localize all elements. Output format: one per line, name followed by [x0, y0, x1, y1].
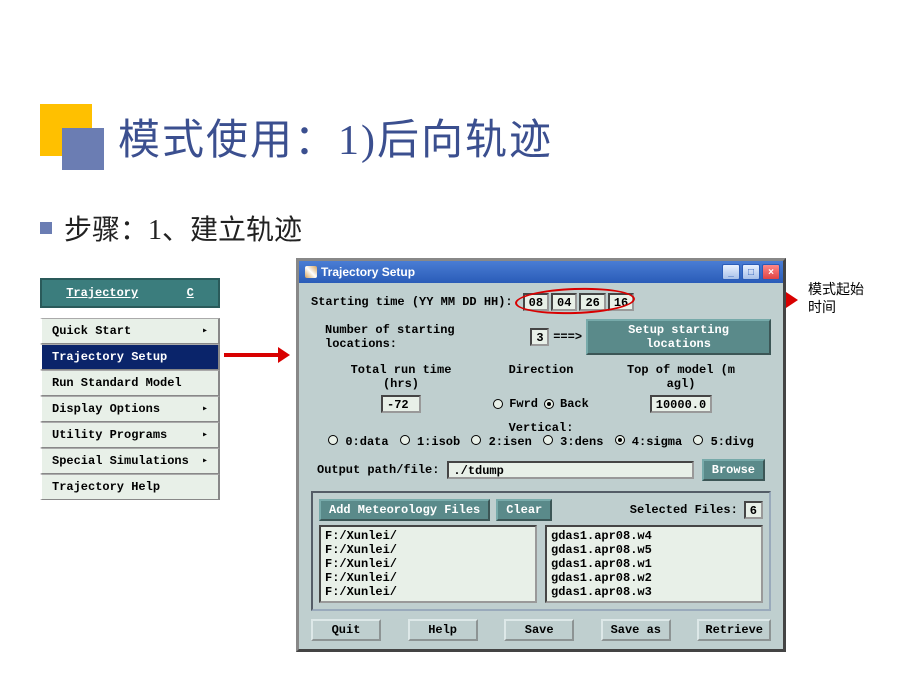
list-item[interactable]: F:/Xunlei/	[325, 571, 531, 585]
selected-files-label: Selected Files:	[630, 503, 738, 517]
add-meteorology-button[interactable]: Add Meteorology Files	[319, 499, 490, 521]
bullet-text: 步骤：1、建立轨迹	[64, 208, 302, 248]
accent-square-blue	[62, 128, 104, 170]
menu-header[interactable]: Trajectory C	[40, 278, 220, 308]
list-item[interactable]: F:/Xunlei/	[325, 557, 531, 571]
bullet-step: 步骤：1、建立轨迹	[40, 208, 302, 248]
output-label: Output path/file:	[317, 463, 439, 477]
menu-item-utility-programs[interactable]: Utility Programs ▸	[40, 422, 220, 448]
starting-time-label: Starting time (YY MM DD HH):	[311, 295, 513, 309]
menu-item-trajectory-help[interactable]: Trajectory Help	[40, 474, 220, 500]
starting-time-fields: 08 04 26 16	[523, 293, 635, 311]
menu-header-trajectory: Trajectory	[66, 286, 138, 300]
radio-vertical-4[interactable]	[615, 435, 625, 445]
col-direction: Direction	[471, 363, 611, 391]
start-yy[interactable]: 08	[523, 293, 549, 311]
vertical-option-2[interactable]: 2:isen	[471, 435, 539, 449]
submenu-arrow-icon: ▸	[202, 455, 208, 467]
list-item[interactable]: F:/Xunlei/	[325, 585, 531, 599]
radio-vertical-2[interactable]	[471, 435, 481, 445]
start-dd[interactable]: 26	[579, 293, 605, 311]
menu-item-label: Quick Start	[52, 324, 131, 338]
list-item[interactable]: F:/Xunlei/	[325, 543, 531, 557]
col-top-model: Top of model (m agl)	[611, 363, 751, 391]
output-field[interactable]: ./tdump	[447, 461, 693, 479]
titlebar[interactable]: Trajectory Setup _ □ ×	[299, 261, 783, 283]
setup-locations-button[interactable]: Setup starting locations	[586, 319, 771, 355]
menu-item-run-standard-model[interactable]: Run Standard Model	[40, 370, 220, 396]
app-icon	[305, 266, 317, 278]
menu-item-label: Utility Programs	[52, 428, 167, 442]
list-item[interactable]: gdas1.apr08.w3	[551, 585, 757, 599]
list-item[interactable]: gdas1.apr08.w5	[551, 543, 757, 557]
vertical-option-1[interactable]: 1:isob	[400, 435, 468, 449]
menu-item-display-options[interactable]: Display Options ▸	[40, 396, 220, 422]
menu-item-label: Display Options	[52, 402, 160, 416]
num-locations-label: Number of starting locations:	[325, 323, 524, 351]
slide-title: 模式使用：1)后向轨迹	[118, 106, 553, 167]
label-fwrd: Fwrd	[509, 397, 538, 411]
submenu-arrow-icon: ▸	[202, 429, 208, 441]
menu-item-special-simulations[interactable]: Special Simulations ▸	[40, 448, 220, 474]
label-back: Back	[560, 397, 589, 411]
submenu-arrow-icon: ▸	[202, 325, 208, 337]
list-item[interactable]: gdas1.apr08.w4	[551, 529, 757, 543]
window-buttons: _ □ ×	[722, 264, 780, 280]
submenu-arrow-icon: ▸	[202, 403, 208, 415]
bullet-square-icon	[40, 222, 52, 234]
annotation-start-time: 模式起始 时间	[808, 282, 864, 318]
col-total-run: Total run time (hrs)	[331, 363, 471, 391]
minimize-button[interactable]: _	[722, 264, 740, 280]
menu-item-label: Special Simulations	[52, 454, 189, 468]
total-run-field[interactable]: -72	[381, 395, 421, 413]
saveas-button[interactable]: Save as	[601, 619, 671, 641]
menu-item-quick-start[interactable]: Quick Start ▸	[40, 318, 220, 344]
radio-fwrd[interactable]	[493, 399, 503, 409]
menu-item-label: Run Standard Model	[52, 376, 182, 390]
quit-button[interactable]: Quit	[311, 619, 381, 641]
clear-button[interactable]: Clear	[496, 499, 552, 521]
retrieve-button[interactable]: Retrieve	[697, 619, 771, 641]
vertical-option-0[interactable]: 0:data	[328, 435, 396, 449]
trajectory-menu: Trajectory C Quick Start ▸ Trajectory Setu…	[40, 278, 220, 500]
radio-vertical-1[interactable]	[400, 435, 410, 445]
list-item[interactable]: F:/Xunlei/	[325, 529, 531, 543]
top-model-field[interactable]: 10000.0	[650, 395, 712, 413]
start-hh[interactable]: 16	[608, 293, 634, 311]
arrow-chars: ===>	[553, 330, 582, 344]
help-button[interactable]: Help	[408, 619, 478, 641]
vertical-option-4[interactable]: 4:sigma	[615, 435, 690, 449]
annotation-line1: 模式起始	[808, 282, 864, 300]
radio-vertical-3[interactable]	[543, 435, 553, 445]
annotation-line2: 时间	[808, 300, 864, 318]
menu-header-right: C	[187, 286, 194, 300]
vertical-label: Vertical:	[509, 421, 574, 435]
list-item[interactable]: gdas1.apr08.w2	[551, 571, 757, 585]
menu-item-label: Trajectory Help	[52, 480, 160, 494]
close-button[interactable]: ×	[762, 264, 780, 280]
maximize-button[interactable]: □	[742, 264, 760, 280]
paths-listbox[interactable]: F:/Xunlei/F:/Xunlei/F:/Xunlei/F:/Xunlei/…	[319, 525, 537, 603]
dialog-title: Trajectory Setup	[321, 265, 415, 279]
selected-files-count[interactable]: 6	[744, 501, 763, 519]
dialog-button-row: Quit Help Save Save as Retrieve	[311, 619, 771, 641]
vertical-option-3[interactable]: 3:dens	[543, 435, 611, 449]
browse-button[interactable]: Browse	[702, 459, 765, 481]
arrow-to-dialog	[224, 353, 286, 357]
start-mm[interactable]: 04	[551, 293, 577, 311]
menu-item-trajectory-setup[interactable]: Trajectory Setup	[40, 344, 220, 370]
menu-item-label: Trajectory Setup	[52, 350, 167, 364]
meteorology-panel: Add Meteorology Files Clear Selected Fil…	[311, 491, 771, 611]
save-button[interactable]: Save	[504, 619, 574, 641]
files-listbox[interactable]: gdas1.apr08.w4gdas1.apr08.w5gdas1.apr08.…	[545, 525, 763, 603]
radio-vertical-5[interactable]	[693, 435, 703, 445]
list-item[interactable]: gdas1.apr08.w1	[551, 557, 757, 571]
radio-back[interactable]	[544, 399, 554, 409]
vertical-options-row: Vertical: 0:data 1:isob 2:isen 3:dens 4:…	[311, 421, 771, 449]
vertical-option-5[interactable]: 5:divg	[693, 435, 753, 449]
num-locations-field[interactable]: 3	[530, 328, 549, 346]
radio-vertical-0[interactable]	[328, 435, 338, 445]
trajectory-setup-dialog: Trajectory Setup _ □ × Starting time (YY…	[296, 258, 786, 652]
